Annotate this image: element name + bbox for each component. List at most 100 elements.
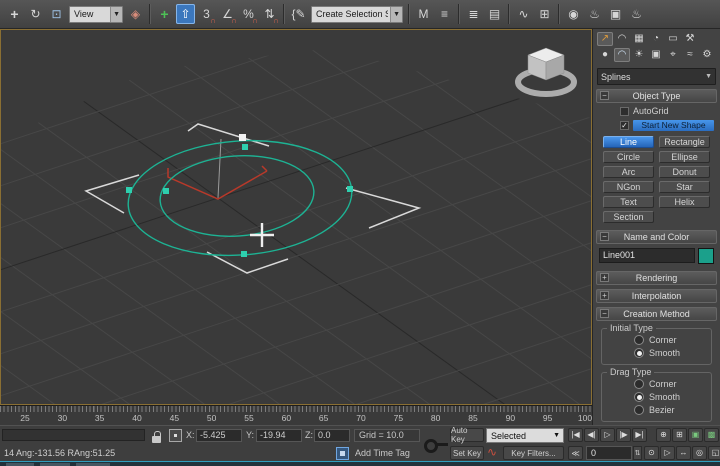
radio-option-smooth[interactable]: Smooth (634, 348, 709, 358)
maximize-viewport-toggle-icon[interactable]: ◱ (708, 446, 720, 460)
tab-display-icon[interactable]: ▭ (665, 32, 681, 46)
rendered-frame-window-icon[interactable]: ▣ (606, 4, 625, 24)
object-color-swatch[interactable] (698, 248, 714, 264)
frame-spinner[interactable]: ⇅ (633, 446, 642, 460)
vertex-handle[interactable] (126, 187, 132, 193)
viewport-canvas[interactable] (1, 30, 591, 404)
use-pivot-point-center-icon[interactable]: ◈ (126, 4, 145, 24)
selection-lock-icon[interactable] (152, 431, 163, 443)
category-helpers-icon[interactable]: ⌖ (665, 48, 681, 62)
x-coordinate-field[interactable]: -5.425 (196, 429, 242, 442)
render-setup-icon[interactable]: ♨ (585, 4, 604, 24)
category-space-warps-icon[interactable]: ≈ (682, 48, 698, 62)
zoom-icon[interactable]: ⊕ (656, 428, 671, 442)
category-cameras-icon[interactable]: ▣ (648, 48, 664, 62)
start-new-shape-button[interactable]: Start New Shape (633, 120, 714, 131)
subcategory-dropdown[interactable]: Splines ▼ (597, 68, 716, 85)
collapse-icon[interactable]: − (600, 232, 609, 241)
radio-icon[interactable] (634, 392, 644, 402)
current-frame-field[interactable]: 0 (586, 446, 632, 460)
angle-snap-icon[interactable]: ∠∩ (218, 4, 237, 24)
rendering-rollout-header[interactable]: + Rendering (596, 271, 717, 285)
snaps-toggle-icon[interactable]: 3∩ (197, 4, 216, 24)
mirror-icon[interactable]: M (414, 4, 433, 24)
play-button[interactable]: ▷ (600, 428, 615, 442)
vertex-handle[interactable] (163, 188, 169, 194)
shape-button-donut[interactable]: Donut (659, 166, 710, 178)
chevron-down-icon[interactable]: ▼ (705, 73, 712, 80)
category-geometry-icon[interactable]: ● (597, 48, 613, 62)
shape-button-rectangle[interactable]: Rectangle (659, 136, 710, 148)
previous-frame-button[interactable]: ◀| (584, 428, 599, 442)
collapse-icon[interactable]: − (600, 91, 609, 100)
z-coordinate-field[interactable]: 0.0 (314, 429, 350, 442)
set-key-button[interactable]: Set Key (450, 446, 484, 460)
shape-button-section[interactable]: Section (603, 211, 654, 223)
shape-button-circle[interactable]: Circle (603, 151, 654, 163)
default-tangent-icon[interactable]: ∿ (487, 445, 497, 459)
first-vertex-handle[interactable] (239, 134, 246, 141)
zoom-all-icon[interactable]: ⊞ (672, 428, 687, 442)
category-systems-icon[interactable]: ⚙ (699, 48, 715, 62)
vertex-handle[interactable] (347, 186, 353, 192)
spline-inner-loop[interactable] (157, 151, 316, 242)
radio-option-corner[interactable]: Corner (634, 335, 709, 345)
select-and-scale-icon[interactable]: ⊡ (47, 4, 66, 24)
tab-modify-icon[interactable]: ◠ (614, 32, 630, 46)
timeline-ruler[interactable]: 253035404550556065707580859095100 (0, 405, 592, 425)
category-lights-icon[interactable]: ☀ (631, 48, 647, 62)
interpolation-rollout-header[interactable]: + Interpolation (596, 289, 717, 303)
vertex-handle[interactable] (242, 144, 248, 150)
key-filters-button[interactable]: Key Filters... (503, 446, 564, 460)
expand-icon[interactable]: + (600, 273, 609, 282)
radio-icon[interactable] (634, 405, 644, 415)
name-and-color-rollout-header[interactable]: − Name and Color (596, 230, 717, 244)
start-new-shape-checkbox[interactable]: ✓ (620, 121, 629, 130)
expand-icon[interactable]: + (600, 291, 609, 300)
edit-named-selection-sets-icon[interactable]: {✎ (289, 4, 308, 24)
set-keys-key-icon[interactable] (424, 435, 448, 453)
manage-layers-icon[interactable]: ≣ (464, 4, 483, 24)
reference-coordinate-system-dropdown[interactable]: View▼ (69, 6, 123, 23)
shape-button-ngon[interactable]: NGon (603, 181, 654, 193)
track-bar[interactable] (2, 429, 145, 441)
chevron-down-icon[interactable]: ▼ (390, 7, 402, 22)
radio-icon[interactable] (634, 348, 644, 358)
tab-create-icon[interactable]: ↗ (597, 32, 613, 46)
y-coordinate-field[interactable]: -19.94 (256, 429, 302, 442)
chevron-down-icon[interactable]: ▼ (553, 432, 563, 439)
radio-option-smooth[interactable]: Smooth (634, 392, 709, 402)
select-and-manipulate-icon[interactable]: + (155, 4, 174, 24)
select-and-move-icon[interactable]: + (5, 4, 24, 24)
shape-button-helix[interactable]: Helix (659, 196, 710, 208)
chevron-down-icon[interactable]: ▼ (110, 7, 122, 22)
absolute-offset-mode-icon[interactable] (169, 429, 182, 442)
radio-icon[interactable] (634, 335, 644, 345)
collapse-icon[interactable]: − (600, 309, 609, 318)
shape-button-star[interactable]: Star (659, 181, 710, 193)
spline-outer-loop[interactable] (124, 133, 355, 262)
go-to-start-button[interactable]: |◀ (568, 428, 583, 442)
time-type-dropdown[interactable]: Selected ▼ (486, 428, 564, 443)
tab-utilities-icon[interactable]: ⚒ (682, 32, 698, 46)
creation-method-rollout-header[interactable]: − Creation Method (596, 307, 717, 321)
named-selection-sets-dropdown[interactable]: Create Selection Se▼ (311, 6, 403, 23)
go-to-end-button[interactable]: ▶| (632, 428, 647, 442)
radio-option-bezier[interactable]: Bezier (634, 405, 709, 415)
vertex-handle[interactable] (241, 251, 247, 257)
next-frame-button[interactable]: |▶ (616, 428, 631, 442)
key-mode-toggle-icon[interactable]: ≪ (568, 446, 583, 460)
object-name-field[interactable]: Line001 (599, 248, 695, 263)
keyboard-shortcut-override-icon[interactable]: ⇧ (176, 4, 195, 24)
select-and-rotate-icon[interactable]: ↻ (26, 4, 45, 24)
schematic-view-icon[interactable]: ⊞ (535, 4, 554, 24)
percent-snap-icon[interactable]: %∩ (239, 4, 258, 24)
tab-hierarchy-icon[interactable]: ▦ (631, 32, 647, 46)
line001-spline[interactable] (124, 133, 355, 262)
add-time-tag[interactable]: Add Time Tag (355, 448, 410, 458)
auto-key-button[interactable]: Auto Key (450, 428, 484, 442)
object-type-rollout-header[interactable]: − Object Type (596, 89, 717, 103)
shape-button-ellipse[interactable]: Ellipse (659, 151, 710, 163)
radio-icon[interactable] (634, 379, 644, 389)
zoom-extents-all-icon[interactable]: ▩ (704, 428, 719, 442)
